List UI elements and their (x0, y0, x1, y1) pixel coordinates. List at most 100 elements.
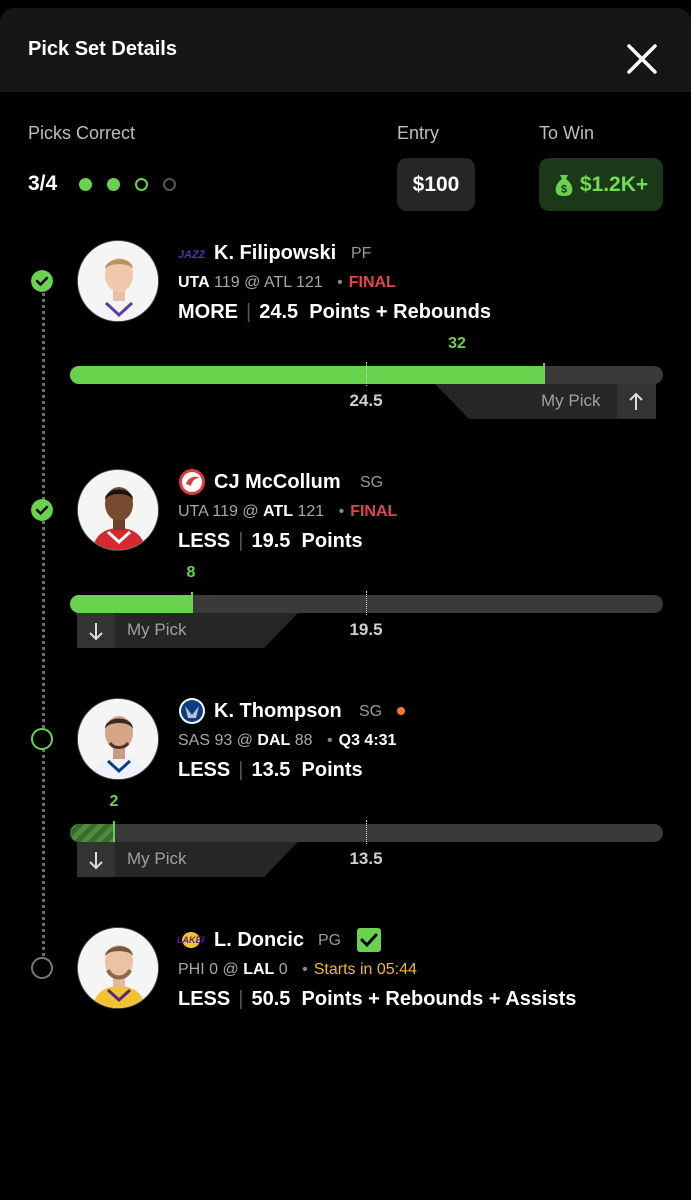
player-name: L. Doncic (214, 929, 305, 951)
game-clock: Q3 4:31 (338, 732, 397, 749)
player-position: SG (360, 474, 384, 491)
prop-value: 19.5 (251, 530, 291, 552)
away-score: 119 (214, 274, 240, 291)
progress-fill (70, 824, 114, 842)
away-team: PHI (178, 961, 205, 978)
check-circle-icon (31, 270, 53, 292)
prop-stat: Points + Rebounds (309, 301, 491, 323)
current-value-label: 8 (186, 564, 196, 581)
current-value-label: 32 (448, 335, 466, 352)
game-info: SAS 93 @ DAL 88 • Q3 4:31 (178, 732, 396, 750)
player-headshot-icon (78, 470, 158, 550)
home-team: LAL (243, 961, 275, 978)
home-score: 88 (294, 732, 313, 749)
pending-circle-icon (31, 957, 53, 979)
at-sign: @ (244, 274, 261, 291)
prop-value: 13.5 (251, 759, 291, 781)
checkbox-checked-icon (357, 928, 381, 952)
close-icon[interactable] (622, 39, 662, 79)
prop-stat: Points (301, 759, 363, 781)
pick-dot-pending (163, 178, 176, 191)
game-start-time: Starts in 05:44 (313, 961, 417, 978)
picks-correct-label: Picks Correct (28, 123, 136, 143)
player-avatar (77, 698, 159, 780)
prop-stat: Points + Rebounds + Assists (301, 988, 577, 1010)
separator-dot: • (337, 274, 343, 291)
player-name: CJ McCollum (214, 471, 341, 493)
mavericks-logo-icon (179, 698, 205, 724)
player-name: K. Thompson (214, 700, 342, 722)
away-score: 93 (214, 732, 233, 749)
check-circle-icon (31, 499, 53, 521)
pick-dot-correct (79, 178, 92, 191)
prop-line: MORE | 24.5 Points + Rebounds (178, 301, 491, 324)
player-position: SG (359, 703, 383, 720)
progress-fill (70, 595, 192, 613)
game-info: UTA 119 @ ATL 121 • FINAL (178, 274, 396, 292)
my-pick-label: My Pick (127, 849, 187, 868)
player-avatar (77, 240, 159, 322)
home-team: ATL (263, 274, 292, 291)
to-win-amount: $ $1.2K+ (539, 158, 663, 211)
player-name: K. Filipowski (214, 242, 337, 264)
at-sign: @ (242, 503, 259, 520)
away-team: UTA (178, 274, 210, 291)
prop-line: LESS | 13.5 Points (178, 759, 363, 782)
entry-amount: $100 (397, 158, 475, 211)
away-score: 119 (212, 503, 238, 520)
live-circle-icon (31, 728, 53, 750)
player-position: PF (351, 245, 372, 262)
prop-value: 24.5 (259, 301, 299, 323)
game-info: UTA 119 @ ATL 121 • FINAL (178, 503, 397, 521)
my-pick-label: My Pick (541, 391, 601, 410)
line-label: 13.5 (349, 849, 383, 868)
hawks-logo-icon (179, 469, 205, 495)
entry-label: Entry (397, 123, 440, 143)
header-bar: Pick Set Details (0, 8, 691, 92)
money-bag-icon: $ (555, 174, 573, 196)
prop-stat: Points (301, 530, 363, 552)
my-pick-tab[interactable] (77, 613, 298, 648)
home-team: ATL (263, 503, 293, 520)
at-sign: @ (222, 961, 239, 978)
game-status: FINAL (348, 274, 396, 291)
divider: | (238, 530, 244, 552)
progress-fill (70, 366, 544, 384)
home-team: DAL (257, 732, 291, 749)
separator-dot: • (338, 503, 345, 520)
home-score: 0 (278, 961, 288, 978)
away-score: 0 (209, 961, 219, 978)
svg-text:$: $ (561, 183, 567, 195)
separator-dot: • (327, 732, 333, 749)
live-indicator-icon (397, 707, 405, 715)
to-win-value: $1.2K+ (579, 172, 649, 196)
line-label: 24.5 (349, 391, 383, 410)
to-win-label: To Win (539, 123, 595, 143)
away-team: UTA (178, 503, 208, 520)
game-status: FINAL (350, 503, 398, 520)
svg-text:LAKERS: LAKERS (177, 935, 205, 945)
player-headshot-icon (78, 241, 158, 321)
divider: | (238, 988, 244, 1010)
home-score: 121 (297, 503, 325, 520)
away-team: SAS (178, 732, 211, 749)
pick-direction: MORE (178, 301, 238, 323)
player-position: PG (318, 932, 342, 949)
jazz-logo-icon: JAZZ (178, 249, 205, 261)
game-info: PHI 0 @ LAL 0 • Starts in 05:44 (178, 961, 417, 979)
my-pick-label: My Pick (127, 620, 187, 639)
current-value-label: 2 (109, 793, 119, 810)
lakers-logo-icon: LAKERS (177, 932, 205, 948)
svg-text:JAZZ: JAZZ (178, 249, 205, 261)
line-marker (366, 362, 367, 386)
my-pick-tab[interactable] (77, 842, 298, 877)
prop-line: LESS | 19.5 Points (178, 530, 363, 553)
prop-line: LESS | 50.5 Points + Rebounds + Assists (178, 988, 576, 1011)
pick-direction: LESS (178, 988, 231, 1010)
separator-dot: • (302, 961, 308, 978)
pick-dot-live (135, 178, 148, 191)
divider: | (246, 301, 252, 323)
player-headshot-icon (78, 699, 158, 779)
picks-correct-value: 3/4 (28, 172, 58, 195)
pick-dot-correct (107, 178, 120, 191)
